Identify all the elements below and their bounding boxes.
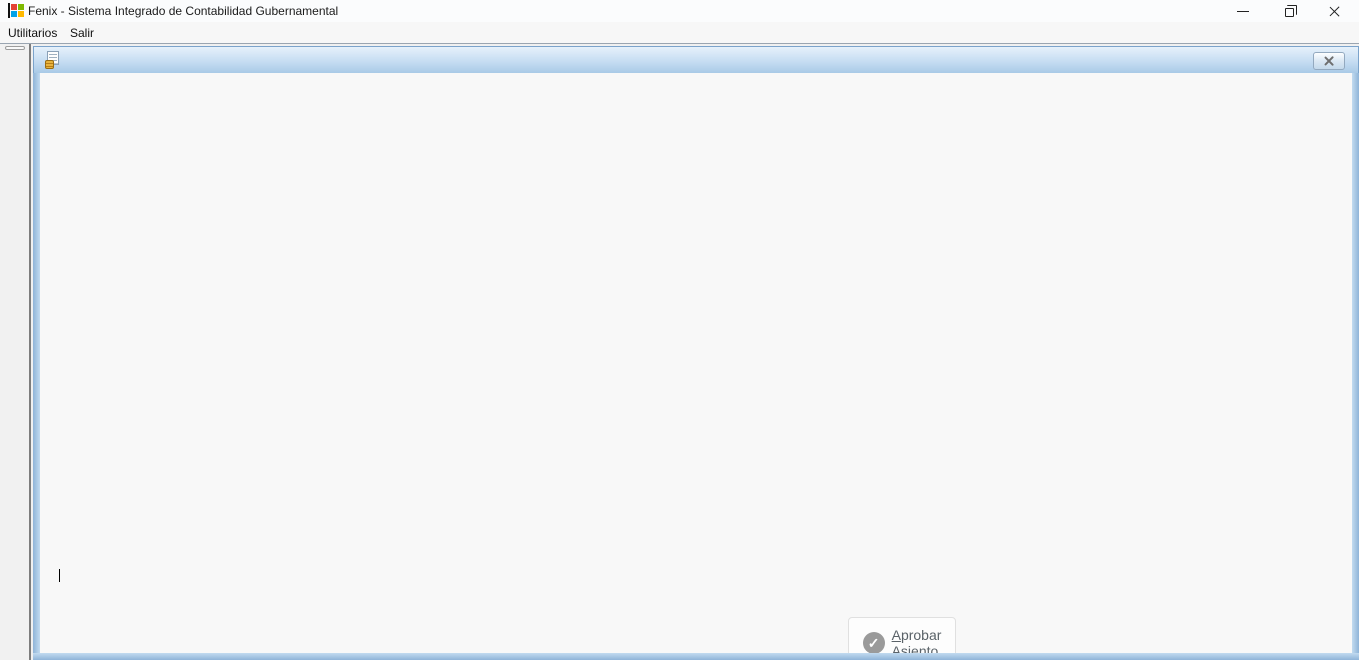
close-button[interactable] bbox=[1314, 0, 1356, 22]
child-close-icon bbox=[1324, 56, 1334, 66]
child-close-button[interactable] bbox=[1313, 52, 1345, 70]
restore-button[interactable] bbox=[1268, 0, 1310, 22]
title-bar: Fenix - Sistema Integrado de Contabilida… bbox=[0, 0, 1359, 22]
menu-bar: Utilitarios Salir bbox=[0, 22, 1359, 44]
menu-item-utilitarios[interactable]: Utilitarios bbox=[2, 25, 63, 42]
close-icon bbox=[1329, 5, 1341, 17]
restore-icon bbox=[1285, 8, 1294, 17]
child-window-titlebar bbox=[33, 46, 1359, 73]
app-logo-icon bbox=[8, 3, 24, 18]
panel-grip-handle[interactable] bbox=[5, 46, 25, 50]
menu-item-salir[interactable]: Salir bbox=[64, 25, 100, 42]
minimize-icon bbox=[1237, 11, 1249, 12]
window-title: Fenix - Sistema Integrado de Contabilida… bbox=[28, 4, 338, 18]
child-window-border bbox=[33, 653, 1359, 660]
app-window: Fenix - Sistema Integrado de Contabilida… bbox=[0, 0, 1359, 660]
journal-entry-icon bbox=[45, 51, 63, 69]
child-window-border bbox=[33, 73, 40, 660]
text-caret bbox=[59, 569, 60, 582]
child-window-border bbox=[1352, 73, 1359, 660]
check-icon: ✓ bbox=[863, 632, 885, 654]
left-collapsed-panel[interactable] bbox=[0, 44, 31, 660]
child-window-body bbox=[40, 73, 1352, 653]
minimize-button[interactable] bbox=[1222, 0, 1264, 22]
